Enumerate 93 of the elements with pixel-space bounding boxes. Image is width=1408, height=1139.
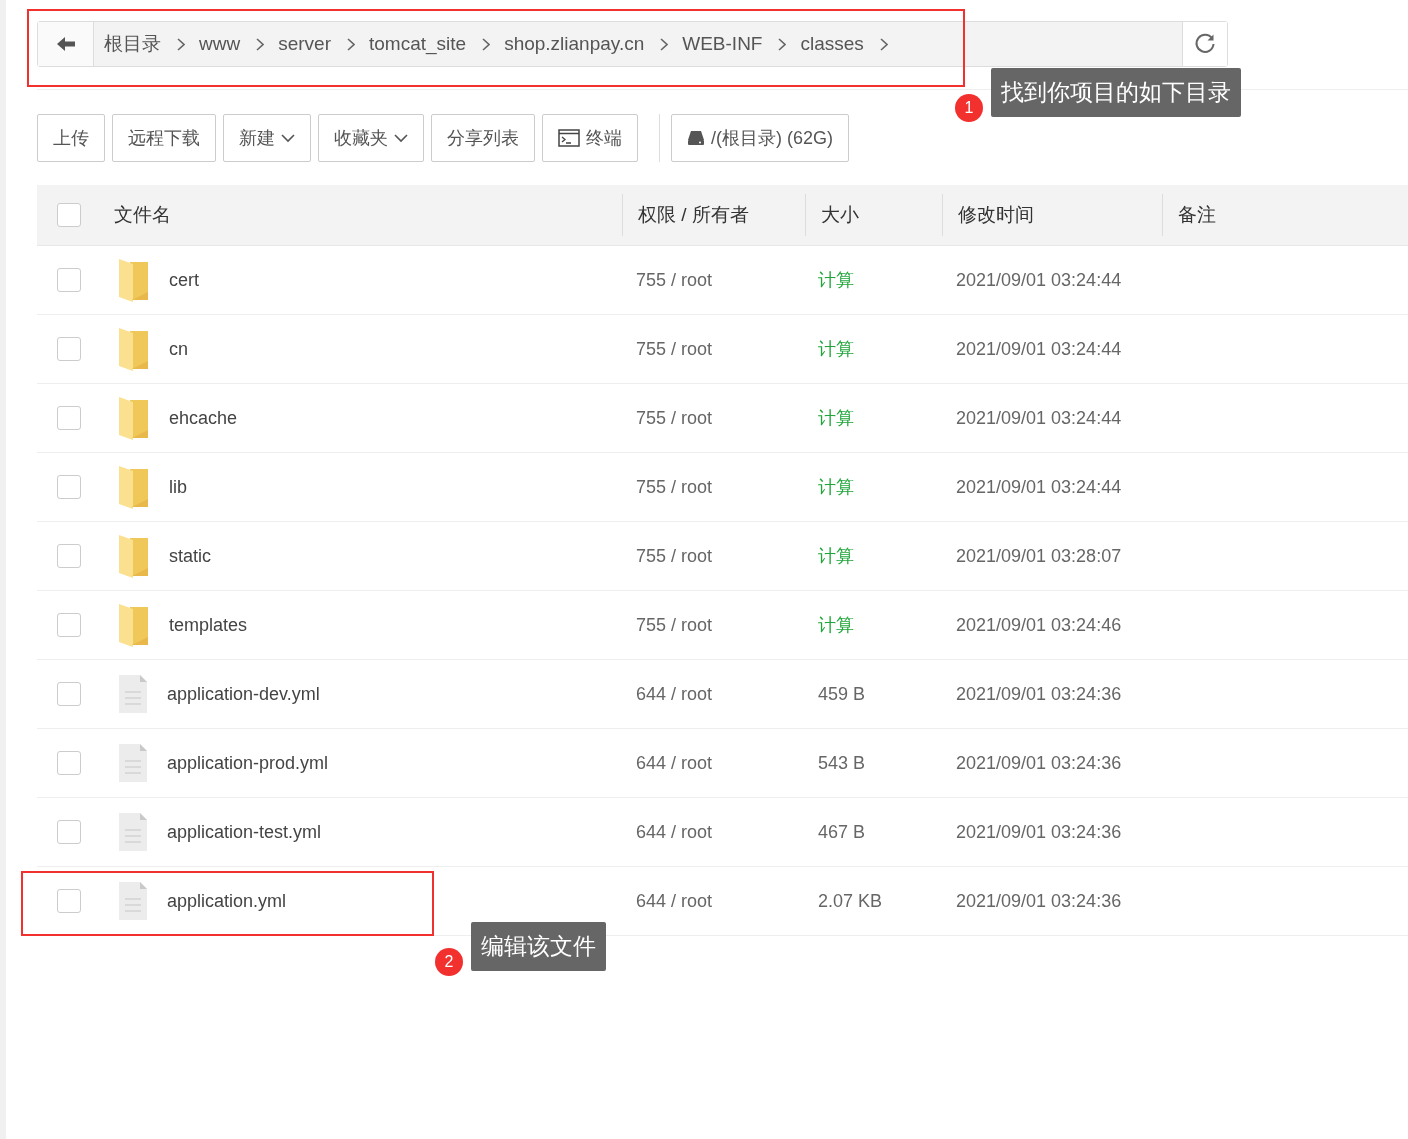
modified-time-cell-text: 2021/09/01 03:24:46 <box>955 614 1123 636</box>
refresh-button[interactable] <box>1182 22 1227 66</box>
callout-tooltip: 编辑该文件 <box>471 921 606 971</box>
modified-time-cell-text: 2021/09/01 03:24:44 <box>955 269 1123 291</box>
column-header: 大小 <box>821 203 859 227</box>
modified-time-cell-text: 2021/09/01 03:24:36 <box>955 821 1123 843</box>
breadcrumb-item[interactable]: classes <box>800 33 870 55</box>
row-checkbox[interactable] <box>57 268 81 292</box>
modified-time-cell-text: 2021/09/01 03:24:44 <box>955 476 1123 498</box>
modified-time-cell-text: 2021/09/01 03:24:36 <box>955 890 1123 912</box>
breadcrumb-item[interactable]: WEB-INF <box>682 33 769 55</box>
file-name[interactable]: lib <box>169 476 187 498</box>
size-cell-text: 543 B <box>817 752 867 774</box>
breadcrumb-item[interactable]: server <box>278 33 337 55</box>
size-cell-text: 2.07 KB <box>817 890 884 912</box>
chevron-icon <box>482 37 491 51</box>
permissions-cell-text: 755 / root <box>635 338 714 360</box>
folder-icon <box>118 327 150 371</box>
callout-tooltip: 找到你项目的如下目录 <box>991 67 1241 117</box>
file-icon <box>118 674 148 714</box>
step-badge: 2 <box>435 948 463 976</box>
column-header: 权限 / 所有者 <box>638 203 749 227</box>
permissions-cell-text: 755 / root <box>635 269 714 291</box>
back-button[interactable] <box>38 22 94 66</box>
file-name[interactable]: cn <box>169 338 188 360</box>
row-checkbox[interactable] <box>57 337 81 361</box>
hard-drive-icon <box>687 130 705 146</box>
toolbar-button[interactable]: /(根目录) (62G) <box>671 114 849 162</box>
chevron-down-icon <box>394 133 408 143</box>
file-name[interactable]: application-prod.yml <box>167 752 329 774</box>
row-checkbox[interactable] <box>57 682 81 706</box>
size-cell-text: 459 B <box>817 683 867 705</box>
file-icon <box>118 812 148 852</box>
file-name[interactable]: static <box>169 545 211 567</box>
modified-time-cell-text: 2021/09/01 03:24:36 <box>955 683 1123 705</box>
back-arrow-icon <box>55 36 76 52</box>
step-badge: 1 <box>955 94 983 122</box>
select-all-checkbox[interactable] <box>57 203 81 227</box>
folder-icon <box>118 603 150 647</box>
chevron-icon <box>177 37 185 51</box>
permissions-cell-text: 755 / root <box>635 545 714 567</box>
chevron-icon <box>879 37 888 51</box>
toolbar-button[interactable]: 上传 <box>37 114 105 162</box>
folder-icon <box>118 258 150 302</box>
refresh-icon <box>1194 33 1216 55</box>
permissions-cell-text: 755 / root <box>635 407 714 429</box>
folder-icon <box>118 465 150 509</box>
chevron-icon <box>660 37 669 51</box>
row-checkbox[interactable] <box>57 544 81 568</box>
permissions-cell-text: 644 / root <box>635 890 714 912</box>
file-name[interactable]: application.yml <box>167 890 287 912</box>
breadcrumb-item[interactable]: shop.zlianpay.cn <box>504 33 651 55</box>
file-name[interactable]: ehcache <box>169 407 238 429</box>
permissions-cell-text: 644 / root <box>635 683 714 705</box>
terminal-icon <box>558 129 580 147</box>
breadcrumb-item[interactable]: 根目录 <box>104 31 167 57</box>
file-name[interactable]: templates <box>169 614 248 636</box>
file-name[interactable]: application-dev.yml <box>167 683 320 705</box>
modified-time-cell-text: 2021/09/01 03:24:44 <box>955 338 1123 360</box>
file-name[interactable]: application-test.yml <box>167 821 322 843</box>
row-checkbox[interactable] <box>57 406 81 430</box>
chevron-icon <box>256 37 265 51</box>
file-icon <box>118 881 148 921</box>
file-name[interactable]: cert <box>169 269 199 291</box>
size-cell-text: 467 B <box>817 821 867 843</box>
toolbar-button[interactable]: 新建 <box>223 114 311 162</box>
permissions-cell-text: 644 / root <box>635 821 714 843</box>
breadcrumb-item[interactable]: www <box>199 33 247 55</box>
file-icon <box>118 743 148 783</box>
modified-time-cell-text: 2021/09/01 03:24:44 <box>955 407 1123 429</box>
row-checkbox[interactable] <box>57 613 81 637</box>
toolbar-button[interactable]: 分享列表 <box>431 114 535 162</box>
toolbar-button[interactable]: 终端 <box>542 114 638 162</box>
row-checkbox[interactable] <box>57 889 81 913</box>
row-checkbox[interactable] <box>57 475 81 499</box>
column-header: 文件名 <box>114 203 171 227</box>
column-header: 备注 <box>1178 203 1216 227</box>
modified-time-cell-text: 2021/09/01 03:24:36 <box>955 752 1123 774</box>
permissions-cell-text: 644 / root <box>635 752 714 774</box>
folder-icon <box>118 396 150 440</box>
chevron-icon <box>346 37 355 51</box>
modified-time-cell-text: 2021/09/01 03:28:07 <box>955 545 1123 567</box>
toolbar-button[interactable]: 远程下载 <box>112 114 216 162</box>
column-header: 修改时间 <box>958 203 1034 227</box>
breadcrumb-item[interactable]: tomcat_site <box>368 33 473 55</box>
row-checkbox[interactable] <box>57 820 81 844</box>
chevron-icon <box>778 37 787 51</box>
row-checkbox[interactable] <box>57 751 81 775</box>
folder-icon <box>118 534 150 578</box>
chevron-down-icon <box>281 133 295 143</box>
toolbar-button[interactable]: 收藏夹 <box>318 114 424 162</box>
permissions-cell-text: 755 / root <box>635 476 714 498</box>
permissions-cell-text: 755 / root <box>635 614 714 636</box>
